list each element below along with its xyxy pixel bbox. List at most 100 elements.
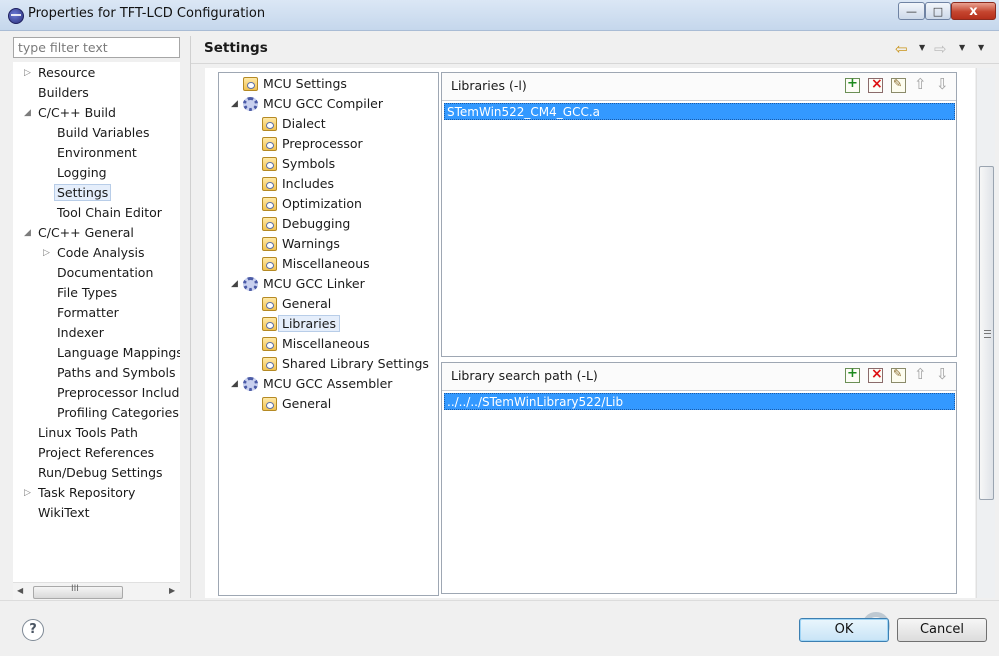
nav-item[interactable]: ◢ C/C++ Build — [24, 103, 116, 123]
filter-input[interactable] — [13, 37, 180, 58]
list-item[interactable]: ../../../STemWinLibrary522/Lib — [444, 393, 955, 410]
tool-tree-item[interactable]: MCU Settings — [243, 74, 347, 94]
nav-item-label: Linux Tools Path — [38, 425, 138, 440]
expand-icon[interactable]: ▷ — [24, 63, 31, 83]
list-item[interactable]: STemWin522_CM4_GCC.a — [444, 103, 955, 120]
nav-item[interactable]: Run/Debug Settings — [38, 463, 163, 483]
delete-icon[interactable] — [868, 76, 883, 93]
tool-tree-item[interactable]: ◢ MCU GCC Compiler — [231, 94, 383, 114]
nav-item[interactable]: Linux Tools Path — [38, 423, 138, 443]
nav-item[interactable]: Preprocessor Include — [57, 383, 180, 403]
title-bar[interactable]: Properties for TFT-LCD Configuration — □… — [0, 0, 999, 31]
tool-tree-item[interactable]: Preprocessor — [262, 134, 363, 154]
edit-icon[interactable] — [891, 367, 906, 383]
nav-item[interactable]: Build Variables — [57, 123, 149, 143]
add-icon[interactable] — [845, 76, 860, 93]
add-icon[interactable] — [845, 366, 860, 383]
close-button[interactable]: x — [951, 2, 996, 20]
tool-tree-item[interactable]: Miscellaneous — [262, 254, 370, 274]
tool-tree-item[interactable]: Optimization — [262, 194, 362, 214]
option-folder-icon — [262, 177, 277, 191]
tool-tree-label: Warnings — [282, 236, 340, 251]
nav-item[interactable]: ▷ Resource — [24, 63, 96, 83]
minimize-button[interactable]: — — [898, 2, 925, 20]
nav-item[interactable]: Documentation — [57, 263, 153, 283]
nav-item[interactable]: Indexer — [57, 323, 104, 343]
nav-item[interactable]: ▷ Task Repository — [24, 483, 135, 503]
tool-tree-item[interactable]: Symbols — [262, 154, 335, 174]
nav-item[interactable]: Profiling Categories — [57, 403, 179, 423]
collapse-icon[interactable]: ◢ — [231, 374, 238, 394]
nav-item-label: C/C++ Build — [38, 105, 116, 120]
nav-horizontal-scrollbar[interactable]: ◀ III ▶ — [13, 582, 180, 601]
move-up-icon[interactable] — [914, 75, 929, 93]
scroll-left-icon[interactable]: ◀ — [17, 586, 23, 595]
nav-item[interactable]: Tool Chain Editor — [57, 203, 162, 223]
maximize-button[interactable]: □ — [925, 2, 951, 20]
nav-item[interactable]: Logging — [57, 163, 107, 183]
nav-item-label: Paths and Symbols — [57, 365, 176, 380]
expand-icon[interactable]: ▷ — [24, 483, 31, 503]
tool-tree-label: Optimization — [282, 196, 362, 211]
view-menu-icon[interactable]: ▼ — [978, 43, 984, 52]
tool-gear-icon — [243, 97, 258, 111]
nav-item[interactable]: Settings — [54, 183, 112, 203]
tool-tree-item[interactable]: General — [262, 394, 332, 414]
tool-tree-label: MCU GCC Linker — [263, 276, 365, 291]
nav-item[interactable]: Formatter — [57, 303, 119, 323]
scroll-right-icon[interactable]: ▶ — [169, 586, 175, 595]
move-down-icon[interactable] — [936, 365, 951, 383]
nav-item-label: Settings — [54, 184, 112, 201]
delete-icon[interactable] — [868, 366, 883, 383]
pane-sash[interactable] — [190, 36, 191, 598]
tool-tree-label: Libraries — [278, 315, 340, 332]
collapse-icon[interactable]: ◢ — [24, 223, 31, 243]
tool-tree-item[interactable]: Miscellaneous — [262, 334, 370, 354]
help-icon[interactable]: ? — [22, 619, 44, 641]
forward-arrow-icon[interactable]: ⇨ — [934, 40, 947, 58]
tool-tree-label: General — [282, 396, 332, 411]
scroll-thumb[interactable] — [979, 166, 994, 500]
scroll-grip-icon: III — [71, 584, 79, 594]
tool-tree-item[interactable]: ◢ MCU GCC Linker — [231, 274, 365, 294]
forward-dropdown-icon[interactable]: ▼ — [959, 43, 965, 52]
tool-tree-item[interactable]: ◢ MCU GCC Assembler — [231, 374, 392, 394]
back-arrow-icon[interactable]: ⇦ — [895, 40, 908, 58]
nav-item-label: Build Variables — [57, 125, 150, 140]
move-up-icon[interactable] — [914, 365, 929, 383]
nav-item[interactable]: File Types — [57, 283, 117, 303]
nav-item[interactable]: WikiText — [38, 503, 90, 523]
edit-icon[interactable] — [891, 77, 906, 93]
nav-item-label: Resource — [38, 65, 96, 80]
tool-tree-item[interactable]: Debugging — [262, 214, 351, 234]
nav-item-label: C/C++ General — [38, 225, 134, 240]
collapse-icon[interactable]: ◢ — [24, 103, 31, 123]
nav-item[interactable]: ▷ Code Analysis — [43, 243, 144, 263]
nav-item[interactable]: Environment — [57, 143, 137, 163]
ok-button[interactable]: OK — [799, 618, 889, 642]
scroll-thumb[interactable]: III — [33, 584, 123, 599]
tool-tree-label: Debugging — [282, 216, 351, 231]
nav-item[interactable]: Project References — [38, 443, 154, 463]
settings-vertical-scrollbar[interactable] — [976, 68, 995, 598]
move-down-icon[interactable] — [936, 75, 951, 93]
nav-item[interactable]: Paths and Symbols — [57, 363, 176, 383]
cancel-button[interactable]: Cancel — [897, 618, 987, 642]
option-folder-icon — [262, 157, 277, 171]
back-dropdown-icon[interactable]: ▼ — [919, 43, 925, 52]
nav-item[interactable]: Builders — [38, 83, 89, 103]
tool-tree-item[interactable]: Warnings — [262, 234, 340, 254]
expand-icon[interactable]: ▷ — [43, 243, 50, 263]
collapse-icon[interactable]: ◢ — [231, 274, 238, 294]
nav-item-label: File Types — [57, 285, 118, 300]
tool-tree-item[interactable]: General — [262, 294, 331, 314]
option-folder-icon — [262, 117, 277, 131]
tool-tree-item[interactable]: Includes — [262, 174, 334, 194]
nav-item[interactable]: ◢ C/C++ General — [24, 223, 134, 243]
collapse-icon[interactable]: ◢ — [231, 94, 238, 114]
nav-item[interactable]: Language Mappings — [57, 343, 180, 363]
tool-tree-item[interactable]: Shared Library Settings — [262, 354, 429, 374]
tool-tree-item[interactable]: Dialect — [262, 114, 326, 134]
tool-tree-item[interactable]: Libraries — [262, 314, 340, 334]
nav-item-label: Profiling Categories — [57, 405, 179, 420]
